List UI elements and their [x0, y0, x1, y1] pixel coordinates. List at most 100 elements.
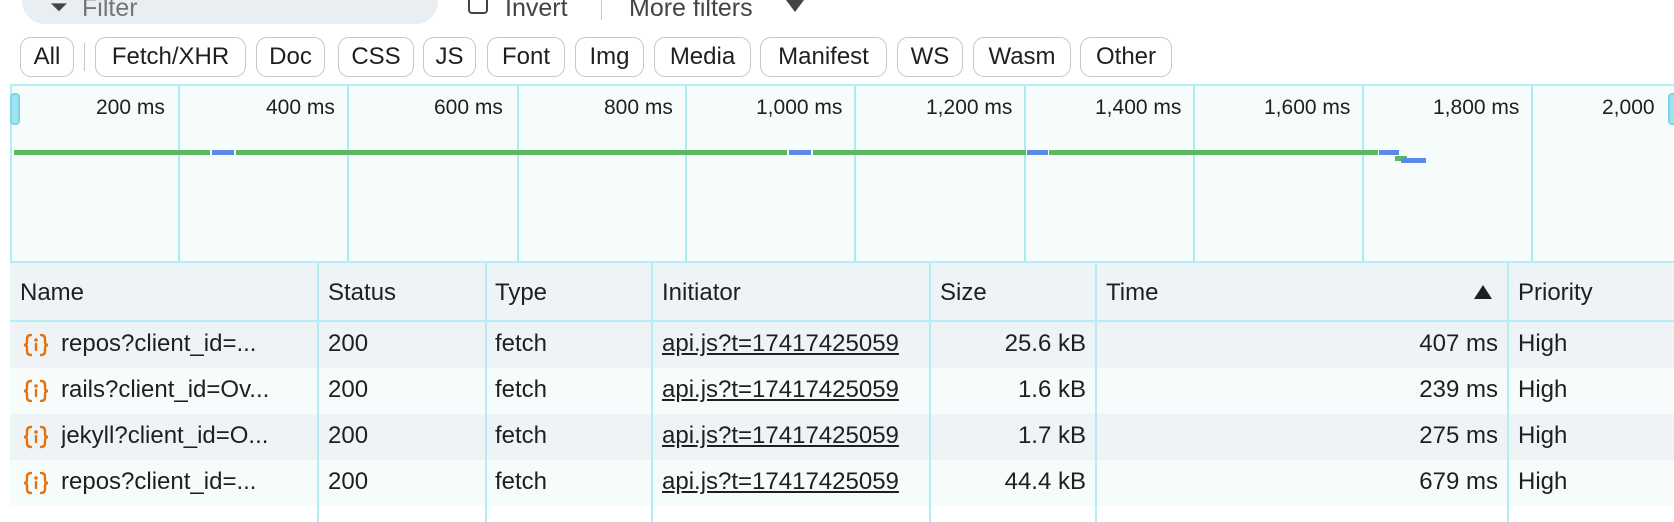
request-type: fetch [495, 330, 548, 357]
overview-download-bar [1379, 150, 1399, 155]
chip-manifest[interactable]: Manifest [760, 37, 887, 77]
invert-checkbox[interactable] [468, 0, 488, 14]
filter-toolbar: ⏷ Invert More filters [0, 0, 1674, 30]
table-row[interactable]: rails?client_id=Ov... 200 fetch api.js?t… [10, 368, 1674, 414]
request-time: 239 ms [1419, 376, 1498, 403]
request-type: fetch [495, 376, 548, 403]
overview-tick: 800 ms [604, 96, 673, 119]
fetch-braces-icon [23, 471, 49, 495]
overview-tick: 200 ms [96, 96, 165, 119]
chip-divider [84, 43, 85, 71]
overview-gridline [517, 86, 519, 263]
request-initiator-link[interactable]: api.js?t=17417425059 [662, 376, 930, 404]
toolbar-divider [601, 0, 602, 20]
request-name[interactable]: rails?client_id=Ov... [61, 376, 311, 404]
sort-ascending-icon [1474, 285, 1492, 299]
overview-tick: 1,600 ms [1264, 96, 1351, 119]
chevron-down-icon[interactable] [786, 0, 804, 12]
fetch-braces-icon [23, 333, 49, 357]
overview-tick: 1,800 ms [1433, 96, 1520, 119]
column-header-priority[interactable]: Priority [1518, 279, 1593, 307]
overview-download-bar [789, 150, 811, 155]
chip-doc[interactable]: Doc [256, 37, 325, 77]
column-resizer[interactable] [1095, 263, 1097, 522]
fetch-braces-icon [23, 425, 49, 449]
funnel-icon: ⏷ [50, 0, 68, 19]
table-row[interactable]: repos?client_id=... 200 fetch api.js?t=1… [10, 322, 1674, 368]
column-resizer[interactable] [317, 263, 319, 522]
overview-tick: 1,000 ms [756, 96, 843, 119]
overview-gridline [1531, 86, 1533, 263]
overview-gridline [685, 86, 687, 263]
network-overview[interactable]: 200 ms 400 ms 600 ms 800 ms 1,000 ms 1,2… [10, 84, 1674, 263]
request-time: 407 ms [1419, 330, 1498, 357]
overview-left-handle[interactable] [10, 93, 20, 125]
column-resizer[interactable] [1507, 263, 1509, 522]
request-time: 275 ms [1419, 422, 1498, 449]
requests-table: Name Status Type Initiator Size Time Pri… [10, 263, 1674, 522]
request-initiator-link[interactable]: api.js?t=17417425059 [662, 468, 930, 496]
request-time: 679 ms [1419, 468, 1498, 495]
column-header-name[interactable]: Name [20, 279, 84, 307]
chip-media[interactable]: Media [654, 37, 751, 77]
table-header: Name Status Type Initiator Size Time Pri… [10, 263, 1674, 322]
table-row[interactable]: repos?client_id=... 200 fetch api.js?t=1… [10, 460, 1674, 506]
column-header-initiator[interactable]: Initiator [662, 279, 741, 307]
request-priority: High [1518, 376, 1568, 403]
overview-waiting-bar [236, 150, 787, 155]
overview-download-bar [1401, 158, 1426, 163]
request-size: 1.7 kB [1017, 422, 1086, 449]
request-status: 200 [328, 468, 369, 495]
request-name[interactable]: repos?client_id=... [61, 468, 311, 496]
overview-tick: 2,000 [1602, 96, 1655, 119]
request-priority: High [1518, 330, 1568, 357]
chip-other[interactable]: Other [1080, 37, 1172, 77]
chip-img[interactable]: Img [575, 37, 644, 77]
request-size: 1.6 kB [1017, 376, 1086, 403]
column-resizer[interactable] [651, 263, 653, 522]
column-header-size[interactable]: Size [940, 279, 987, 307]
overview-tick: 1,400 ms [1095, 96, 1182, 119]
overview-gridline [347, 86, 349, 263]
overview-download-bar [212, 150, 234, 155]
request-size: 25.6 kB [1004, 330, 1086, 357]
overview-gridline [1024, 86, 1026, 263]
overview-right-handle[interactable] [1668, 93, 1674, 125]
fetch-braces-icon [23, 379, 49, 403]
overview-gridline [1362, 86, 1364, 263]
overview-tick: 1,200 ms [926, 96, 1013, 119]
table-row[interactable]: jekyll?client_id=O... 200 fetch api.js?t… [10, 414, 1674, 460]
invert-label: Invert [505, 0, 568, 22]
column-resizer[interactable] [485, 263, 487, 522]
filter-input[interactable] [82, 0, 382, 23]
overview-tick: 400 ms [266, 96, 335, 119]
request-name[interactable]: jekyll?client_id=O... [61, 422, 311, 450]
more-filters-button[interactable]: More filters [629, 0, 753, 23]
chip-js[interactable]: JS [423, 37, 476, 77]
chip-fetch-xhr[interactable]: Fetch/XHR [95, 37, 246, 77]
request-priority: High [1518, 422, 1568, 449]
column-header-type[interactable]: Type [495, 279, 547, 307]
resource-type-filters: All Fetch/XHR Doc CSS JS Font Img Media … [0, 37, 1674, 77]
request-type: fetch [495, 468, 548, 495]
chip-css[interactable]: CSS [338, 37, 414, 77]
chip-font[interactable]: Font [487, 37, 565, 77]
overview-gridline [854, 86, 856, 263]
request-type: fetch [495, 422, 548, 449]
request-size: 44.4 kB [1004, 468, 1086, 495]
request-status: 200 [328, 330, 369, 357]
request-name[interactable]: repos?client_id=... [61, 330, 311, 358]
chip-ws[interactable]: WS [897, 37, 963, 77]
overview-waiting-bar [14, 150, 210, 155]
request-status: 200 [328, 422, 369, 449]
overview-download-bar [1027, 150, 1048, 155]
request-initiator-link[interactable]: api.js?t=17417425059 [662, 330, 930, 358]
chip-wasm[interactable]: Wasm [973, 37, 1071, 77]
column-header-status[interactable]: Status [328, 279, 396, 307]
chip-all[interactable]: All [20, 37, 74, 77]
column-header-time[interactable]: Time [1106, 279, 1158, 307]
overview-waiting-bar [813, 150, 1026, 155]
overview-waiting-bar [1049, 150, 1378, 155]
column-resizer[interactable] [929, 263, 931, 522]
request-initiator-link[interactable]: api.js?t=17417425059 [662, 422, 930, 450]
